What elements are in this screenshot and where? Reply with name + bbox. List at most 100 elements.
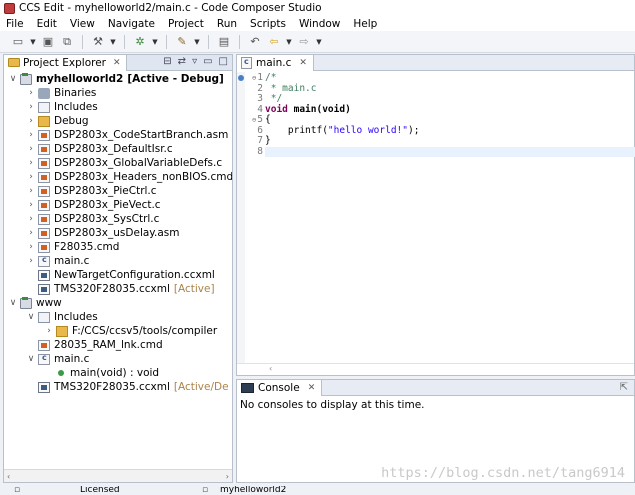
expanded-arrow-icon[interactable]: ∨ [26,312,36,322]
collapsed-arrow-icon[interactable]: › [26,186,36,196]
last-edit-icon[interactable]: ↶ [247,34,263,50]
cmd-file-icon [38,171,50,183]
chevron-down-icon[interactable]: ▼ [285,34,293,50]
tree-item-file[interactable]: TMS320F28035.ccxml [Active] [36,282,215,296]
collapsed-arrow-icon[interactable]: › [26,214,36,224]
tree-item-main-c[interactable]: ∨ main.c [26,352,90,366]
line-number: 5 [257,114,263,125]
project-explorer-tools: ⊟ ⇄ ▿ ▭ □ [163,56,228,67]
collapsed-arrow-icon[interactable]: › [26,144,36,154]
tree-item-www[interactable]: ∨ www [8,296,62,310]
folder-icon [56,325,68,337]
tree-item-file[interactable]: › F28035.cmd [26,240,119,254]
tree-item-file[interactable]: NewTargetConfiguration.ccxml [36,268,215,282]
close-icon[interactable]: ✕ [299,58,307,68]
collapsed-arrow-icon[interactable]: › [44,326,54,336]
menu-run[interactable]: Run [217,18,237,30]
save-all-icon[interactable]: ⧉ [59,34,75,50]
collapsed-arrow-icon[interactable]: › [26,158,36,168]
tree-item-file[interactable]: 28035_RAM_lnk.cmd [36,338,163,352]
expanded-arrow-icon[interactable]: ∨ [8,74,18,84]
tree-item-includes[interactable]: ∨ Includes [26,310,98,324]
menu-view[interactable]: View [70,18,95,30]
build-hammer-icon[interactable]: ⚒ [90,34,106,50]
tree-item-file[interactable]: › DSP2803x_PieCtrl.c [26,184,156,198]
fold-minus-icon[interactable]: ⊖ [252,73,256,84]
tab-console[interactable]: Console ✕ [237,379,323,396]
chevron-down-icon[interactable]: ▼ [315,34,323,50]
menu-scripts[interactable]: Scripts [250,18,286,30]
chevron-down-icon[interactable]: ▼ [109,34,117,50]
tab-project-explorer[interactable]: Project Explorer ✕ [4,54,127,71]
tree-item-file[interactable]: › DSP2803x_usDelay.asm [26,226,179,240]
chevron-down-icon[interactable]: ▼ [29,34,37,50]
toolbar-separator [208,34,209,49]
collapse-all-icon[interactable]: ⊟ [163,56,171,67]
chevron-down-icon[interactable]: ▼ [193,34,201,50]
open-console-icon[interactable]: ⇱ [620,382,628,393]
title-bar: CCS Edit - myhelloworld2/main.c - Code C… [0,0,635,16]
tree-item-debug[interactable]: › Debug [26,114,88,128]
tree-item-function[interactable]: main(void) : void [54,366,159,380]
menu-project[interactable]: Project [168,18,204,30]
tab-main-c[interactable]: main.c ✕ [237,54,314,71]
tree-item-file[interactable]: › DSP2803x_SysCtrl.c [26,212,159,226]
maximize-icon[interactable]: □ [219,56,228,67]
collapsed-arrow-icon[interactable]: › [26,228,36,238]
menu-navigate[interactable]: Navigate [108,18,155,30]
menu-window[interactable]: Window [299,18,340,30]
status-project: myhelloworld2 [220,486,287,495]
tree-item-file[interactable]: › DSP2803x_DefaultIsr.c [26,142,172,156]
link-editor-icon[interactable]: ⇄ [178,56,186,67]
collapsed-arrow-icon[interactable]: › [26,256,36,266]
flash-icon[interactable]: ✎ [174,34,190,50]
new-file-icon[interactable]: ▭ [10,34,26,50]
menu-help[interactable]: Help [353,18,377,30]
tree-item-binaries[interactable]: › Binaries [26,86,96,100]
tree-item-file[interactable]: › DSP2803x_Headers_nonBIOS.cmd [26,170,232,184]
horizontal-scrollbar[interactable]: ‹ › [4,469,232,482]
bookmark-marker-icon[interactable] [238,75,244,81]
tree-item-file[interactable]: › DSP2803x_PieVect.c [26,198,160,212]
code-text-area[interactable]: /* * main.c */ void main(void) { printf(… [265,72,635,364]
c-file-icon [38,213,50,225]
scroll-right-icon[interactable]: › [226,472,229,481]
tree-item-file[interactable]: › DSP2803x_CodeStartBranch.asm [26,128,228,142]
c-file-icon [38,255,50,267]
tree-item-file[interactable]: › DSP2803x_GlobalVariableDefs.c [26,156,222,170]
tab-label: main.c [256,56,292,69]
tree-item-include-path[interactable]: › F:/CCS/ccsv5/tools/compiler [44,324,217,338]
project-tree: ∨ myhelloworld2 [Active - Debug] › Binar… [4,72,232,468]
collapsed-arrow-icon[interactable]: › [26,242,36,252]
fold-minus-icon[interactable]: ⊖ [252,115,256,126]
collapsed-arrow-icon[interactable]: › [26,102,36,112]
scroll-left-icon[interactable]: ‹ [269,364,272,373]
expanded-arrow-icon[interactable]: ∨ [8,298,18,308]
close-icon[interactable]: ✕ [113,58,121,68]
scroll-left-icon[interactable]: ‹ [7,472,10,481]
menu-edit[interactable]: Edit [37,18,57,30]
c-file-icon [38,353,50,365]
minimize-icon[interactable]: ▭ [203,56,212,67]
save-icon[interactable]: ▣ [40,34,56,50]
collapsed-arrow-icon[interactable]: › [26,172,36,182]
collapsed-arrow-icon[interactable]: › [26,88,36,98]
tree-item-main-c[interactable]: › main.c [26,254,89,268]
tree-item-file[interactable]: TMS320F28035.ccxml [Active/De [36,380,229,394]
debug-bug-icon[interactable]: ✲ [132,34,148,50]
menu-file[interactable]: File [6,18,24,30]
tree-item-includes[interactable]: › Includes [26,100,98,114]
chevron-down-icon[interactable]: ▼ [151,34,159,50]
forward-arrow-icon[interactable]: ⇨ [296,34,312,50]
collapsed-arrow-icon[interactable]: › [26,116,36,126]
horizontal-scrollbar[interactable]: ‹ [237,363,634,375]
view-icon[interactable]: ▤ [216,34,232,50]
back-arrow-icon[interactable]: ⇦ [266,34,282,50]
expanded-arrow-icon[interactable]: ∨ [26,354,36,364]
view-menu-icon[interactable]: ▿ [192,56,197,67]
binaries-icon [38,87,50,99]
tree-item-myhelloworld2[interactable]: ∨ myhelloworld2 [Active - Debug] [8,72,224,86]
collapsed-arrow-icon[interactable]: › [26,200,36,210]
close-icon[interactable]: ✕ [308,383,316,393]
collapsed-arrow-icon[interactable]: › [26,130,36,140]
